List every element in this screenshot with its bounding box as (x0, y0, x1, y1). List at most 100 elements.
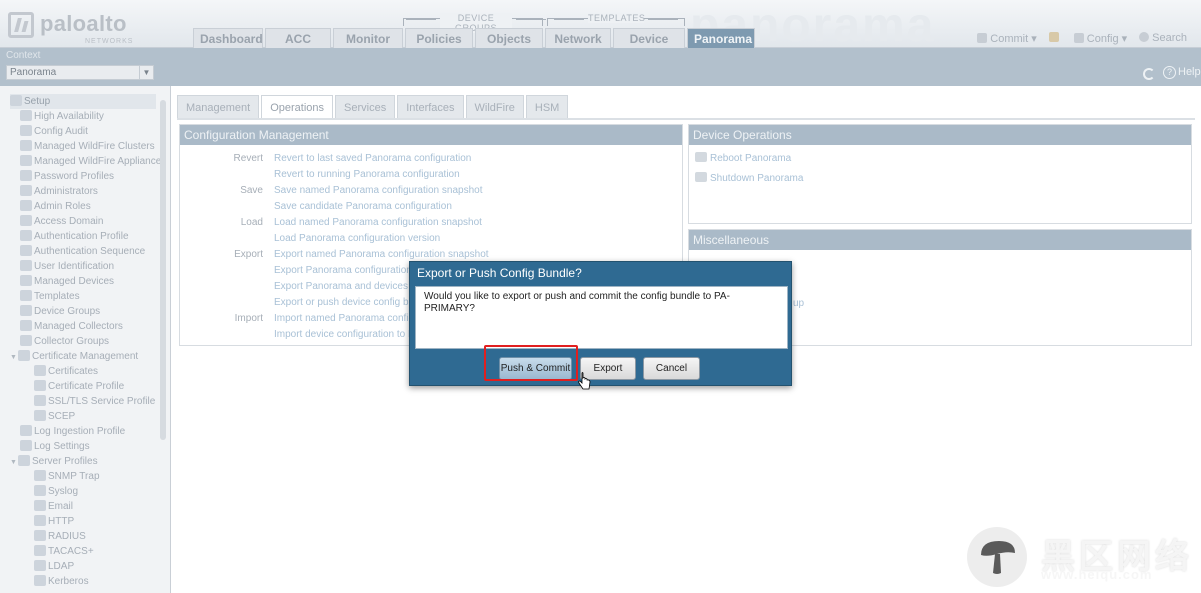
tab-wildfire[interactable]: WildFire (465, 95, 524, 119)
collector-icon (20, 320, 32, 331)
sidebar-item-certificates[interactable]: Certificates (34, 364, 98, 379)
main-tabs: Dashboard ACC Monitor Policies Objects N… (193, 28, 757, 48)
tab-interfaces[interactable]: Interfaces (397, 95, 464, 119)
shutdown-link[interactable]: Shutdown Panorama (695, 172, 803, 184)
sidebar-item-templates[interactable]: Templates (20, 289, 80, 304)
chevron-down-icon: ▼ (139, 66, 153, 79)
sidebar-item-syslog[interactable]: Syslog (34, 484, 78, 499)
sidebar-item-log-ingestion[interactable]: Log Ingestion Profile (20, 424, 125, 439)
load-snapshot-link[interactable]: Load named Panorama configuration snapsh… (274, 215, 482, 231)
sidebar-item-collector-groups[interactable]: Collector Groups (20, 334, 109, 349)
email-icon (34, 500, 46, 511)
tab-services[interactable]: Services (335, 95, 396, 119)
sidebar-item-server-profiles[interactable]: ▼ Server Profiles (10, 454, 98, 469)
tab-hsm[interactable]: HSM (525, 95, 569, 119)
sidebar-item-admin-roles[interactable]: Admin Roles (20, 199, 91, 214)
collector-group-icon (20, 335, 32, 346)
config-link[interactable]: Config ▾ (1073, 32, 1127, 45)
export-push-bundle-link[interactable]: Export or push device config bun (274, 295, 420, 311)
paloalto-logo-icon (8, 12, 34, 38)
sidebar-item-managed-collectors[interactable]: Managed Collectors (20, 319, 123, 334)
sidebar-item-administrators[interactable]: Administrators (20, 184, 98, 199)
import-device-config-link[interactable]: Import device configuration to Pa (274, 327, 420, 343)
lock-icon[interactable] (1048, 32, 1062, 45)
device-icon (20, 275, 32, 286)
help-link[interactable]: ? Help (1163, 66, 1201, 79)
tab-management[interactable]: Management (177, 95, 260, 119)
paloalto-logo[interactable]: paloalto NETWORKS (8, 8, 148, 45)
sidebar-scrollbar[interactable] (160, 100, 166, 440)
export-version-link[interactable]: Export Panorama configuration v (274, 263, 420, 279)
search-link[interactable]: Search (1139, 32, 1187, 45)
brand-name: paloalto (40, 11, 127, 36)
revert-running-link[interactable]: Revert to running Panorama configuration (274, 167, 460, 183)
save-snapshot-link[interactable]: Save named Panorama configuration snapsh… (274, 183, 482, 199)
templates-label: TEMPLATES (554, 13, 678, 23)
cancel-button[interactable]: Cancel (643, 357, 700, 380)
sidebar-item-managed-devices[interactable]: Managed Devices (20, 274, 114, 289)
sidebar-item-setup[interactable]: Setup (10, 94, 156, 109)
context-select[interactable]: Panorama ▼ (6, 65, 154, 80)
sidebar-item-wildfire-appliances[interactable]: Managed WildFire Appliances (20, 154, 166, 169)
import-snapshot-link[interactable]: Import named Panorama configur (274, 311, 423, 327)
sidebar-item-email[interactable]: Email (34, 499, 73, 514)
context-label: Context (6, 50, 41, 61)
tab-dashboard[interactable]: Dashboard (193, 28, 263, 48)
sidebar-item-device-groups[interactable]: Device Groups (20, 304, 100, 319)
config-management-title: Configuration Management (180, 125, 682, 145)
sidebar-item-high-availability[interactable]: High Availability (20, 109, 104, 124)
user-icon (20, 185, 32, 196)
sidebar-item-wildfire-clusters[interactable]: Managed WildFire Clusters (20, 139, 155, 154)
syslog-icon (34, 485, 46, 496)
hand-cursor-icon (578, 372, 591, 390)
tab-operations[interactable]: Operations (261, 95, 334, 119)
load-version-link[interactable]: Load Panorama configuration version (274, 231, 440, 247)
auth-icon (20, 230, 32, 241)
audit-icon (20, 125, 32, 136)
misc-partial-link[interactable]: up (793, 298, 804, 309)
tab-device[interactable]: Device (613, 28, 685, 48)
watermark-url: www.heiqu.com (1041, 567, 1153, 582)
sidebar-item-radius[interactable]: RADIUS (34, 529, 86, 544)
sidebar-item-auth-sequence[interactable]: Authentication Sequence (20, 244, 145, 259)
sidebar-item-scep[interactable]: SCEP (34, 409, 75, 424)
push-commit-highlight (484, 345, 578, 381)
help-icon: ? (1163, 66, 1176, 79)
sidebar-item-config-audit[interactable]: Config Audit (20, 124, 88, 139)
tab-monitor[interactable]: Monitor (333, 28, 403, 48)
tab-policies[interactable]: Policies (405, 28, 473, 48)
sub-tabs: Management Operations Services Interface… (177, 95, 570, 119)
sidebar-item-http[interactable]: HTTP (34, 514, 74, 529)
tab-objects[interactable]: Objects (475, 28, 543, 48)
sidebar-item-access-domain[interactable]: Access Domain (20, 214, 103, 229)
brand-sub: NETWORKS (85, 38, 134, 45)
cluster-icon (20, 140, 32, 151)
template-icon (20, 290, 32, 301)
tab-network[interactable]: Network (545, 28, 611, 48)
sidebar-item-ssl-tls-profile[interactable]: SSL/TLS Service Profile (34, 394, 155, 409)
password-icon (20, 170, 32, 181)
sidebar-item-ldap[interactable]: LDAP (34, 559, 74, 574)
commit-link[interactable]: Commit ▾ (977, 32, 1037, 45)
save-candidate-link[interactable]: Save candidate Panorama configuration (274, 199, 452, 215)
sidebar-item-kerberos[interactable]: Kerberos (34, 574, 89, 589)
export-devices-link[interactable]: Export Panorama and devices conf (274, 279, 430, 295)
sidebar-item-tacacs[interactable]: TACACS+ (34, 544, 94, 559)
sidebar-item-user-identification[interactable]: User Identification (20, 259, 114, 274)
tacacs-icon (34, 545, 46, 556)
dialog-title: Export or Push Config Bundle? (417, 266, 582, 280)
reboot-link[interactable]: Reboot Panorama (695, 152, 791, 164)
sidebar-item-certificate-profile[interactable]: Certificate Profile (34, 379, 124, 394)
scep-icon (34, 410, 46, 421)
sidebar-item-auth-profile[interactable]: Authentication Profile (20, 229, 129, 244)
log-ingest-icon (20, 425, 32, 436)
auth-seq-icon (20, 245, 32, 256)
sidebar-item-certificate-management[interactable]: ▼ Certificate Management (10, 349, 138, 364)
tab-panorama[interactable]: Panorama (687, 28, 755, 48)
refresh-icon[interactable] (1143, 68, 1155, 80)
sidebar-item-log-settings[interactable]: Log Settings (20, 439, 90, 454)
sidebar-item-snmp-trap[interactable]: SNMP Trap (34, 469, 100, 484)
sidebar-item-password-profiles[interactable]: Password Profiles (20, 169, 114, 184)
revert-saved-link[interactable]: Revert to last saved Panorama configurat… (274, 151, 471, 167)
tab-acc[interactable]: ACC (265, 28, 331, 48)
